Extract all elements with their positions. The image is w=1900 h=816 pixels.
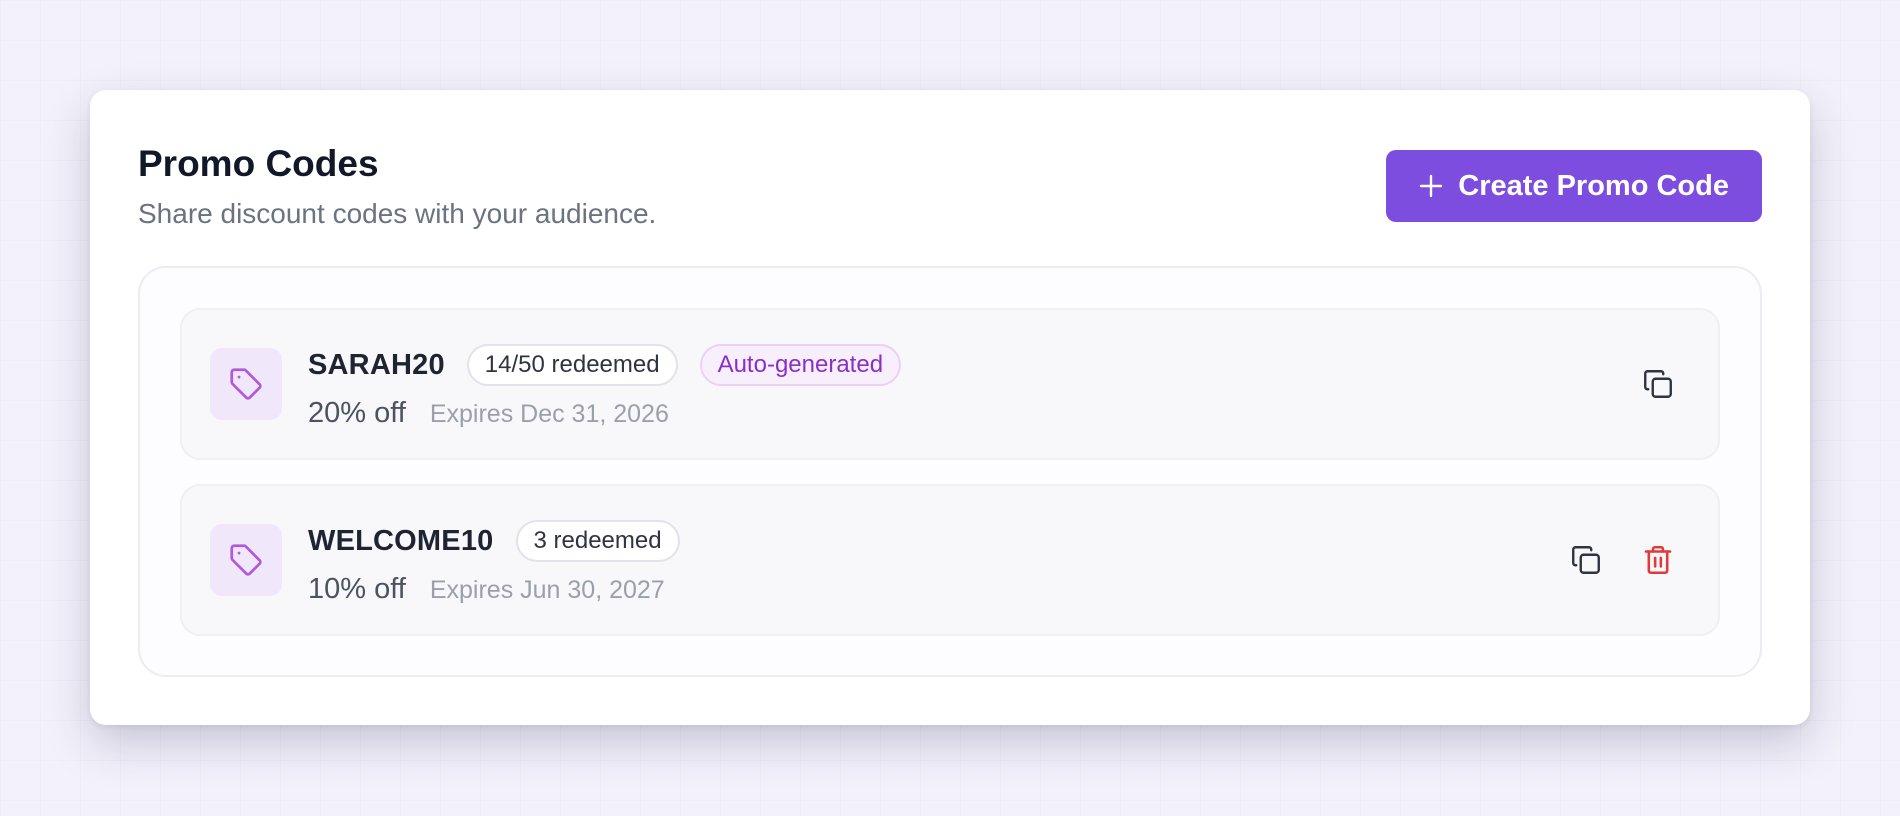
- trash-icon: [1644, 545, 1672, 575]
- promo-codes-card: Promo Codes Share discount codes with yo…: [90, 90, 1810, 725]
- promo-code-list: SARAH20 14/50 redeemed Auto-generated 20…: [138, 266, 1762, 677]
- promo-row-sarah20: SARAH20 14/50 redeemed Auto-generated 20…: [180, 308, 1720, 460]
- create-promo-code-button[interactable]: Create Promo Code: [1386, 150, 1762, 222]
- create-promo-code-label: Create Promo Code: [1458, 169, 1729, 202]
- expiry-date: Expires Dec 31, 2026: [429, 400, 669, 428]
- auto-generated-badge: Auto-generated: [699, 344, 902, 386]
- plus-icon: [1418, 173, 1444, 199]
- page-title: Promo Codes: [138, 143, 379, 184]
- discount-amount: 20% off: [308, 397, 406, 429]
- copy-icon: [1572, 546, 1600, 574]
- promo-info: SARAH20 14/50 redeemed Auto-generated 20…: [308, 343, 902, 430]
- page-subtitle: Share discount codes with your audience.: [138, 197, 657, 229]
- promo-info: WELCOME10 3 redeemed 10% off Expires Jun…: [308, 519, 680, 606]
- delete-code-button[interactable]: [1637, 539, 1679, 581]
- copy-code-button[interactable]: [1637, 363, 1679, 405]
- promo-row-welcome10: WELCOME10 3 redeemed 10% off Expires Jun…: [180, 484, 1720, 636]
- redeemed-badge: 3 redeemed: [515, 520, 680, 562]
- promo-code: WELCOME10: [308, 524, 494, 557]
- copy-icon: [1644, 370, 1672, 398]
- tag-icon: [210, 524, 282, 596]
- discount-amount: 10% off: [308, 573, 406, 605]
- expiry-date: Expires Jun 30, 2027: [429, 576, 665, 604]
- promo-code: SARAH20: [308, 348, 445, 381]
- redeemed-badge: 14/50 redeemed: [466, 344, 678, 386]
- card-header: Promo Codes Share discount codes with yo…: [138, 143, 657, 230]
- copy-code-button[interactable]: [1565, 539, 1607, 581]
- tag-icon: [210, 348, 282, 420]
